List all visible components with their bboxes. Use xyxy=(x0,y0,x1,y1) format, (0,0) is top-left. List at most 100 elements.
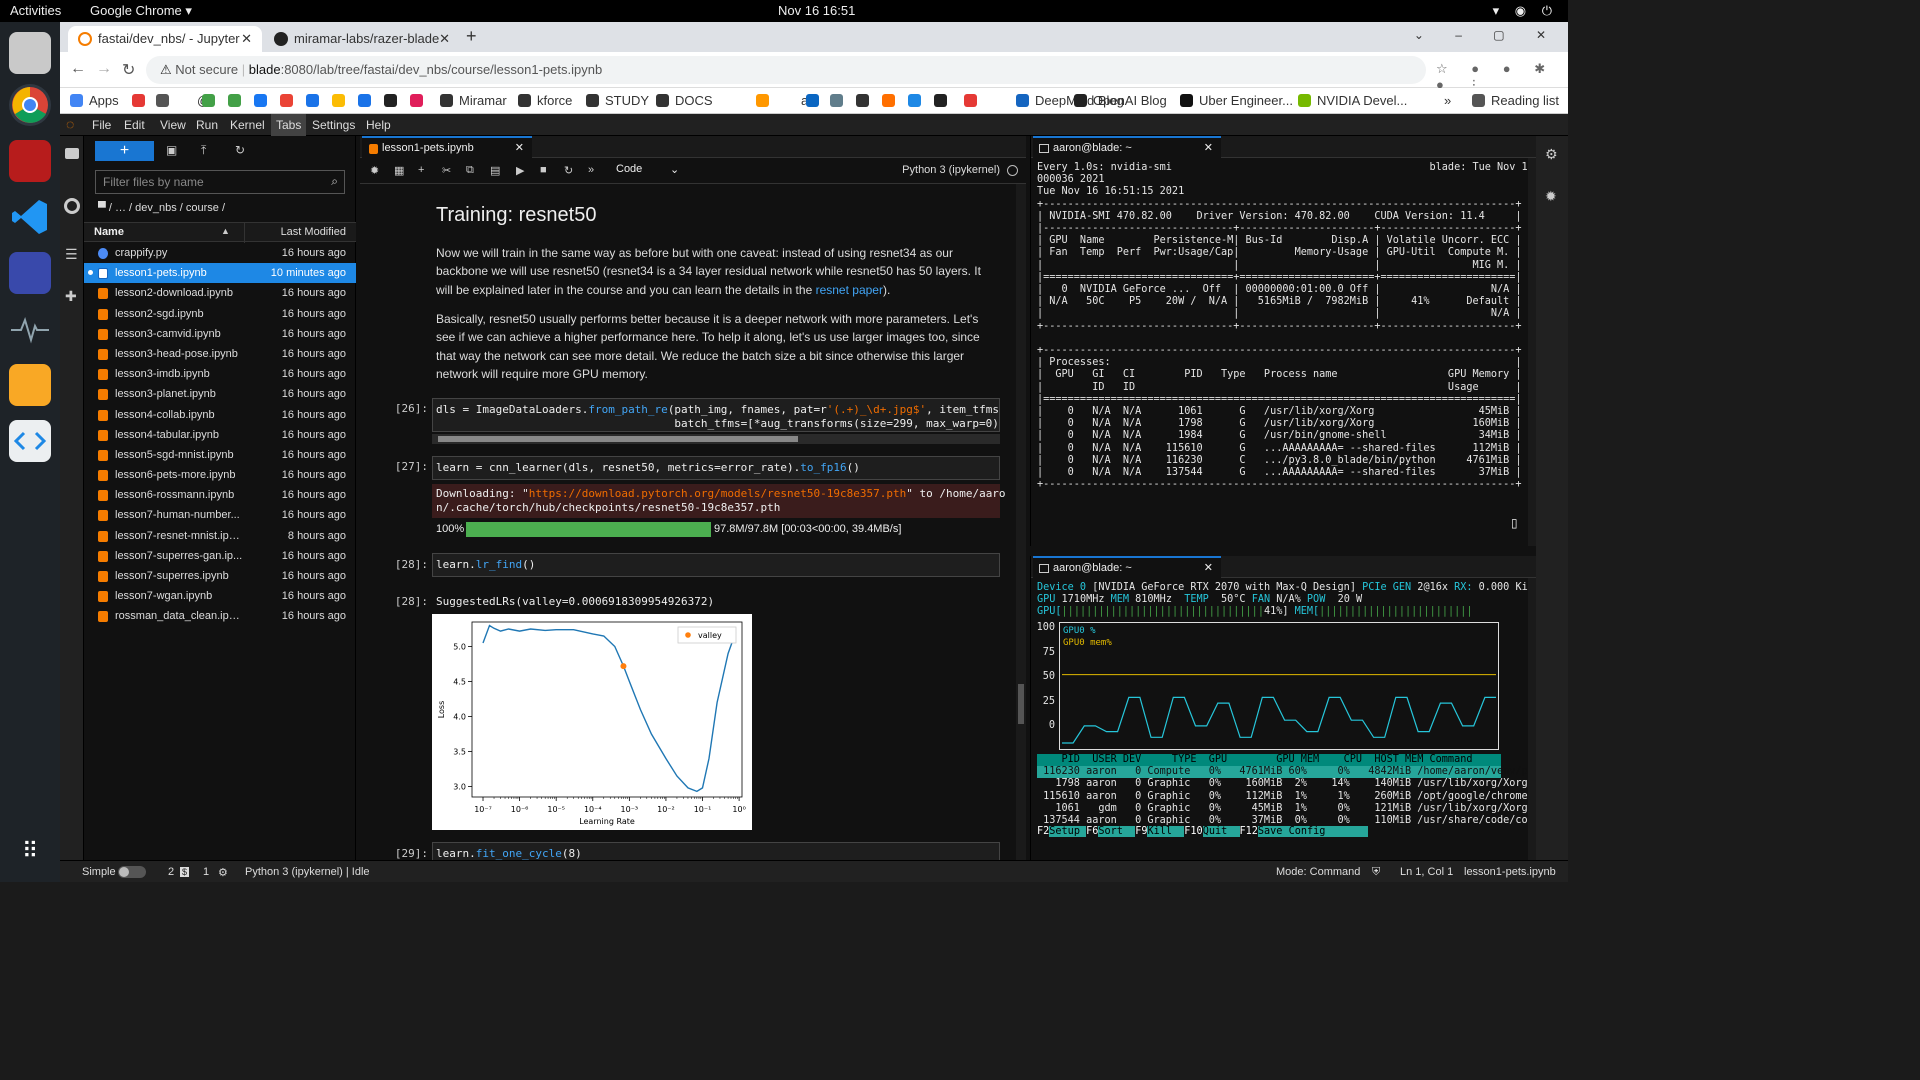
stop-icon[interactable]: ■ xyxy=(540,164,547,176)
paste-icon[interactable]: ▤ xyxy=(490,164,500,177)
file-row[interactable]: lesson1-pets.ipynb 10 minutes ago xyxy=(84,263,356,284)
menu-help[interactable]: Help xyxy=(366,118,391,132)
process-row[interactable]: 1061 gdm 0 Graphic 0% 45MiB 1% 0% 121MiB… xyxy=(1037,803,1527,815)
bookmark-12[interactable] xyxy=(410,93,429,108)
new-folder-icon[interactable]: ▣ xyxy=(166,143,177,157)
bookmark-23[interactable] xyxy=(908,93,927,108)
bookmark-19[interactable] xyxy=(806,93,825,108)
bookmark-31[interactable]: Reading list xyxy=(1472,93,1559,108)
chrome-icon[interactable] xyxy=(9,84,51,126)
files-icon[interactable] xyxy=(9,32,51,74)
cell-type-select[interactable]: Code ⌄ xyxy=(616,163,679,176)
file-row[interactable]: crappify.py 16 hours ago xyxy=(84,243,356,263)
reload-icon[interactable]: ↻ xyxy=(122,60,135,80)
notebook-body[interactable]: Training: resnet50 Now we will train in … xyxy=(360,184,1026,860)
bookmark-2[interactable] xyxy=(156,93,175,108)
bookmark-24[interactable] xyxy=(934,93,953,108)
run-icon[interactable]: ▶ xyxy=(516,164,524,177)
close-tab-icon[interactable]: ✕ xyxy=(1204,141,1213,154)
menu-kernel[interactable]: Kernel xyxy=(230,118,265,132)
close-tab-icon[interactable]: ✕ xyxy=(515,141,524,154)
cut-icon[interactable]: ✂ xyxy=(442,164,451,177)
menu-settings[interactable]: Settings xyxy=(312,118,355,132)
bookmark-4[interactable] xyxy=(202,93,221,108)
omnibox[interactable]: ⚠ Not secure | blade:8080/lab/tree/fasta… xyxy=(146,56,1426,84)
file-row[interactable]: lesson3-camvid.ipynb 16 hours ago xyxy=(84,324,356,344)
bookmark-5[interactable] xyxy=(228,93,247,108)
upload-icon[interactable]: ⤒ xyxy=(201,143,206,158)
bookmark-16[interactable]: DOCS xyxy=(656,93,713,108)
new-tab-button[interactable]: + xyxy=(466,26,477,47)
bookmark-14[interactable]: kforce xyxy=(518,93,572,108)
notebook-scrollbar[interactable] xyxy=(1016,184,1026,860)
bookmark-0[interactable]: Apps xyxy=(70,93,119,108)
fkey-f12[interactable]: F12 xyxy=(1239,826,1258,837)
file-row[interactable]: lesson4-collab.ipynb 16 hours ago xyxy=(84,405,356,425)
save-icon[interactable]: ▦ xyxy=(394,164,404,177)
menu-file[interactable]: File xyxy=(92,118,111,132)
code-cell-26[interactable]: dls = ImageDataLoaders.from_path_re(path… xyxy=(432,398,1000,432)
close-tab-icon[interactable]: ✕ xyxy=(439,31,450,47)
bookmark-30[interactable]: » xyxy=(1444,93,1451,108)
restart-icon[interactable]: ↻ xyxy=(564,164,573,177)
menu-view[interactable]: View xyxy=(160,118,186,132)
file-row[interactable]: lesson4-tabular.ipynb 16 hours ago xyxy=(84,425,356,445)
bookmark-6[interactable] xyxy=(254,93,273,108)
code-cell-27[interactable]: learn = cnn_learner(dls, resnet50, metri… xyxy=(432,456,1000,480)
file-row[interactable]: lesson7-wgan.ipynb 16 hours ago xyxy=(84,586,356,606)
property-inspector-icon[interactable]: ⚙ xyxy=(1545,146,1558,163)
system-tray[interactable]: ▾ ◉ ⏻ xyxy=(1493,3,1558,19)
bookmark-21[interactable] xyxy=(856,93,875,108)
terminal-tab[interactable]: aaron@blade: ~ ✕ xyxy=(1033,556,1221,579)
menu-edit[interactable]: Edit xyxy=(124,118,145,132)
cursor-position[interactable]: Ln 1, Col 1 xyxy=(1400,866,1453,878)
bookmark-20[interactable] xyxy=(830,93,849,108)
calculator-icon[interactable] xyxy=(9,364,51,406)
breadcrumb[interactable]: ▀ / … / dev_nbs / course / xyxy=(98,202,225,214)
file-row[interactable]: lesson5-sgd-mnist.ipynb 16 hours ago xyxy=(84,445,356,465)
file-filter-input[interactable]: Filter files by name ⌕ xyxy=(95,170,345,194)
code-cell-28[interactable]: learn.lr_find() xyxy=(432,553,1000,577)
file-row[interactable]: lesson2-download.ipynb 16 hours ago xyxy=(84,283,356,303)
menu-tabs[interactable]: Tabs xyxy=(271,114,307,136)
file-row[interactable]: lesson7-human-number... 16 hours ago xyxy=(84,505,356,525)
bookmark-29[interactable]: NVIDIA Devel... xyxy=(1298,93,1407,108)
code-editor-icon[interactable] xyxy=(9,420,51,462)
show-apps-icon[interactable]: ⠿ xyxy=(9,830,51,872)
bookmark-11[interactable] xyxy=(384,93,403,108)
folder-icon[interactable] xyxy=(65,148,79,159)
debug-icon[interactable]: ✹ xyxy=(370,164,379,177)
file-row[interactable]: lesson3-imdb.ipynb 16 hours ago xyxy=(84,364,356,384)
terminal-scrollbar[interactable] xyxy=(1528,158,1536,546)
kernel-status[interactable]: Python 3 (ipykernel) | Idle xyxy=(245,866,370,878)
process-row[interactable]: 1798 aaron 0 Graphic 0% 160MiB 2% 14% 14… xyxy=(1037,778,1527,790)
file-row[interactable]: lesson7-superres.ipynb 16 hours ago xyxy=(84,566,356,586)
menu-run[interactable]: Run xyxy=(196,118,218,132)
process-row[interactable]: 115610 aaron 0 Graphic 0% 112MiB 1% 1% 2… xyxy=(1037,791,1528,803)
terminal-nvtop[interactable]: aaron@blade: ~ ✕ Device 0 [NVIDIA GeForc… xyxy=(1030,556,1537,860)
bookmark-25[interactable] xyxy=(964,93,983,108)
running-icon[interactable] xyxy=(64,198,80,214)
process-row[interactable]: 116230 aaron 0 Compute 0% 4761MiB 60% 0%… xyxy=(1037,766,1528,779)
file-row[interactable]: lesson6-pets-more.ipynb 16 hours ago xyxy=(84,465,356,485)
add-cell-icon[interactable]: + xyxy=(418,164,424,176)
file-row[interactable]: lesson7-superres-gan.ip... 16 hours ago xyxy=(84,546,356,566)
tab-jupyter[interactable]: fastai/dev_nbs/ - Jupyter ✕ xyxy=(68,26,262,52)
app-menu[interactable]: Google Chrome ▾ xyxy=(90,3,192,19)
bookmark-10[interactable] xyxy=(358,93,377,108)
file-row[interactable]: lesson2-sgd.ipynb 16 hours ago xyxy=(84,304,356,324)
code-cell-29[interactable]: learn.fit_one_cycle(8) xyxy=(432,842,1000,860)
window-controls[interactable]: ⌄ – ▢ ✕ xyxy=(1414,28,1560,42)
file-row[interactable]: lesson3-head-pose.ipynb 16 hours ago xyxy=(84,344,356,364)
forward-icon[interactable]: → xyxy=(96,60,112,78)
pulse-icon[interactable] xyxy=(9,308,51,350)
bookmark-1[interactable] xyxy=(132,93,151,108)
terminal-count[interactable]: 2 xyxy=(168,866,174,878)
screenshot-icon[interactable] xyxy=(9,252,51,294)
fkey-f6[interactable]: F6 xyxy=(1086,826,1099,837)
file-row[interactable]: lesson7-resnet-mnist.ipynb 8 hours ago xyxy=(84,526,356,546)
modified-column-header[interactable]: Last Modified xyxy=(281,226,346,238)
fkey-f10[interactable]: F10 xyxy=(1184,826,1203,837)
toc-icon[interactable]: ☰ xyxy=(65,246,78,263)
close-tab-icon[interactable]: ✕ xyxy=(1204,561,1213,574)
